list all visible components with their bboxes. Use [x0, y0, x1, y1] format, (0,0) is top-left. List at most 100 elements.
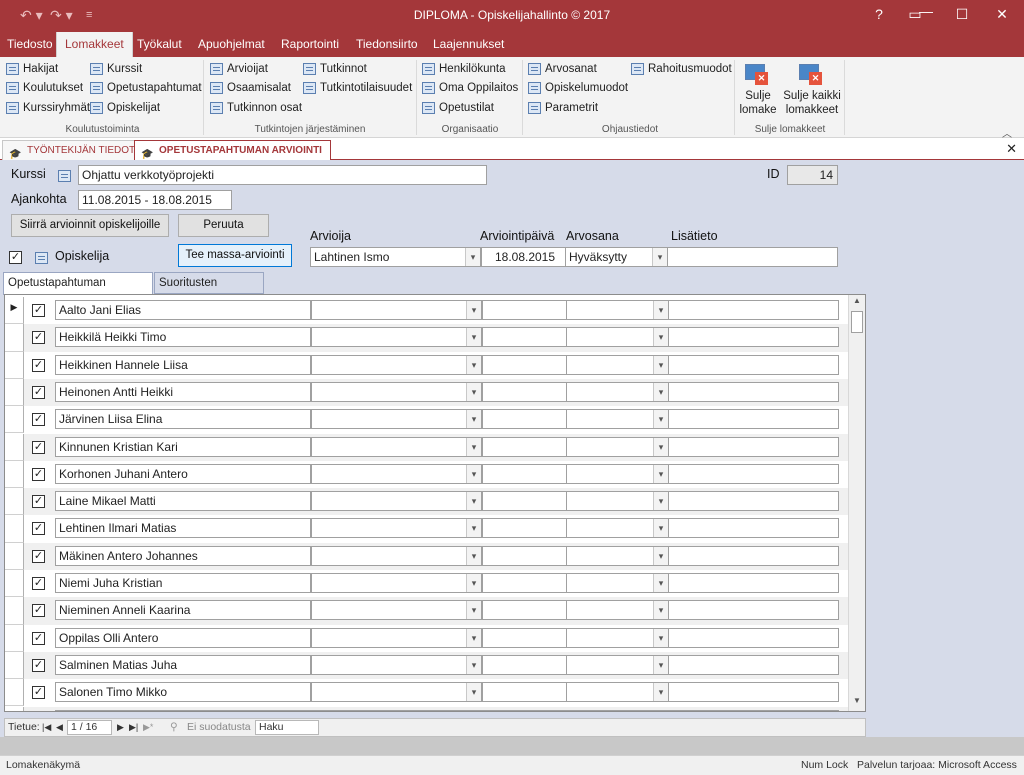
maximize-button[interactable]: ☐ — [952, 6, 972, 23]
ribbon-arvioijat[interactable]: Arvioijat — [210, 60, 268, 78]
kurssi-field[interactable]: Ohjattu verkkotyöprojekti — [78, 165, 487, 185]
arviointipaiva-field[interactable] — [482, 545, 567, 566]
ribbon-henkilokunta[interactable]: Henkilökunta — [422, 60, 505, 78]
arviointipaiva-field[interactable] — [482, 354, 567, 375]
chevron-down-icon[interactable]: ▾ — [466, 519, 481, 538]
student-checkbox[interactable]: ✓ — [32, 549, 45, 563]
tab-tiedonsiirto[interactable]: Tiedonsiirto — [350, 32, 424, 57]
student-name-field[interactable]: Lehtinen Ilmari Matias — [55, 518, 311, 539]
lisatieto-field[interactable] — [668, 654, 839, 675]
chevron-down-icon[interactable]: ▾ — [653, 464, 668, 483]
record-selector[interactable] — [5, 624, 24, 652]
previous-record-icon[interactable]: ◀ — [56, 722, 63, 733]
student-checkbox[interactable]: ✓ — [32, 358, 45, 372]
mass-arvosana-select[interactable]: Hyväksytty ▾ — [565, 247, 668, 267]
ribbon-opetustilat[interactable]: Opetustilat — [422, 99, 494, 117]
first-record-icon[interactable]: |◀ — [42, 722, 51, 733]
chevron-down-icon[interactable]: ▾ — [466, 683, 481, 702]
record-selector[interactable] — [5, 406, 24, 434]
tab-raportointi[interactable]: Raportointi — [275, 32, 345, 57]
lisatieto-field[interactable] — [668, 518, 839, 539]
student-checkbox[interactable]: ✓ — [32, 604, 45, 618]
chevron-down-icon[interactable]: ▾ — [466, 492, 481, 511]
close-all-forms-button[interactable]: ✕ Sulje kaikki lomakkeet — [783, 62, 841, 117]
mass-lisatieto-field[interactable] — [667, 247, 838, 267]
arvioija-select[interactable]: ▾ — [311, 518, 482, 539]
record-selector[interactable] — [5, 597, 24, 625]
arvioija-select[interactable]: ▾ — [311, 300, 482, 320]
student-name-field[interactable]: Järvinen Liisa Elina — [55, 409, 311, 430]
lisatieto-field[interactable] — [668, 682, 839, 703]
lisatieto-field[interactable] — [668, 327, 839, 348]
arviointipaiva-field[interactable] — [482, 436, 567, 457]
current-record-field[interactable]: 1 / 16 — [67, 720, 112, 735]
chevron-down-icon[interactable]: ▾ — [466, 301, 481, 319]
student-checkbox[interactable]: ✓ — [32, 304, 45, 317]
lisatieto-field[interactable] — [668, 600, 839, 621]
close-button[interactable]: ✕ — [992, 6, 1012, 23]
ribbon-osaamisalat[interactable]: Osaamisalat — [210, 79, 291, 97]
close-form-button[interactable]: ✕ Sulje lomake — [738, 62, 778, 117]
arviointipaiva-field[interactable] — [482, 600, 567, 621]
next-record-icon[interactable]: ▶ — [117, 722, 124, 733]
search-input[interactable]: Haku — [255, 720, 319, 735]
ribbon-hakijat[interactable]: Hakijat — [6, 60, 58, 78]
tab-lomakkeet[interactable]: Lomakkeet — [56, 32, 133, 57]
arvosana-select[interactable]: ▾ — [566, 491, 669, 512]
student-name-field[interactable]: Nieminen Anneli Kaarina — [55, 600, 311, 621]
student-name-field[interactable]: Mäkinen Antero Johannes — [55, 545, 311, 566]
arvioija-select[interactable]: ▾ — [311, 654, 482, 675]
ribbon-rahoitusmuodot[interactable]: Rahoitusmuodot — [631, 60, 732, 78]
chevron-down-icon[interactable]: ▾ — [466, 410, 481, 429]
ribbon-kurssiryhmat[interactable]: Kurssiryhmät — [6, 99, 90, 117]
filter-status[interactable]: Ei suodatusta — [187, 721, 251, 733]
arvioija-select[interactable]: ▾ — [311, 545, 482, 566]
ribbon-parametrit[interactable]: Parametrit — [528, 99, 598, 117]
record-selector[interactable]: ▶ — [5, 297, 24, 325]
student-checkbox[interactable]: ✓ — [32, 385, 45, 399]
filter-icon[interactable]: ⚲ — [170, 721, 178, 733]
chevron-down-icon[interactable]: ▾ — [466, 655, 481, 674]
record-selector[interactable] — [5, 488, 24, 516]
lisatieto-field[interactable] — [668, 709, 839, 711]
transfer-assessments-button[interactable]: Siirrä arvioinnit opiskelijoille — [11, 214, 169, 237]
close-document-icon[interactable]: ✕ — [1006, 141, 1017, 157]
doctab-opetustapahtuman-arviointi[interactable]: 🎓 OPETUSTAPAHTUMAN ARVIOINTI — [134, 140, 331, 161]
arvioija-select[interactable]: ▾ — [311, 381, 482, 402]
arviointipaiva-field[interactable] — [482, 300, 567, 320]
student-name-field[interactable]: Heinonen Antti Heikki — [55, 381, 311, 402]
ribbon-opiskelijat[interactable]: Opiskelijat — [90, 99, 160, 117]
student-name-field[interactable]: Niemi Juha Kristian — [55, 573, 311, 593]
new-record-icon[interactable]: ▶* — [143, 722, 153, 733]
arvosana-select[interactable]: ▾ — [566, 381, 669, 402]
record-selector[interactable] — [5, 515, 24, 543]
scroll-up-icon[interactable]: ▲ — [849, 296, 865, 310]
arviointipaiva-field[interactable] — [482, 381, 567, 402]
cancel-button[interactable]: Peruuta — [178, 214, 269, 237]
student-name-field[interactable]: Salonen Timo Mikko — [55, 682, 311, 703]
arviointipaiva-field[interactable] — [482, 709, 567, 711]
chevron-down-icon[interactable]: ▾ — [466, 355, 481, 374]
arvioija-select[interactable]: ▾ — [311, 436, 482, 457]
record-selector[interactable] — [5, 433, 24, 461]
subtab-suoritusten-arviointi[interactable]: Suoritusten arviointi — [154, 272, 264, 309]
chevron-down-icon[interactable]: ▾ — [466, 546, 481, 565]
student-checkbox[interactable]: ✓ — [32, 522, 45, 536]
mass-arvioija-select[interactable]: Lahtinen Ismo ▾ — [310, 247, 481, 267]
student-name-field[interactable]: Laine Mikael Matti — [55, 491, 311, 512]
student-checkbox[interactable]: ✓ — [32, 658, 45, 672]
chevron-down-icon[interactable]: ▾ — [466, 437, 481, 456]
arvioija-select[interactable]: ▾ — [311, 682, 482, 703]
tab-tiedosto[interactable]: Tiedosto — [1, 32, 59, 57]
tab-laajennukset[interactable]: Laajennukset — [427, 32, 510, 57]
ribbon-oma-oppilaitos[interactable]: Oma Oppilaitos — [422, 79, 518, 97]
arvosana-select[interactable]: ▾ — [566, 600, 669, 621]
ribbon-opiskelumuodot[interactable]: Opiskelumuodot — [528, 79, 628, 97]
chevron-down-icon[interactable]: ▾ — [653, 574, 668, 592]
student-name-field[interactable]: Salminen Matias Juha — [55, 654, 311, 675]
tab-apuohjelmat[interactable]: Apuohjelmat — [192, 32, 271, 57]
arviointipaiva-field[interactable] — [482, 409, 567, 430]
ribbon-tutkintotilaisuudet[interactable]: Tutkintotilaisuudet — [303, 79, 412, 97]
arvioija-select[interactable]: ▾ — [311, 491, 482, 512]
opiskelija-form-icon[interactable] — [35, 249, 49, 267]
